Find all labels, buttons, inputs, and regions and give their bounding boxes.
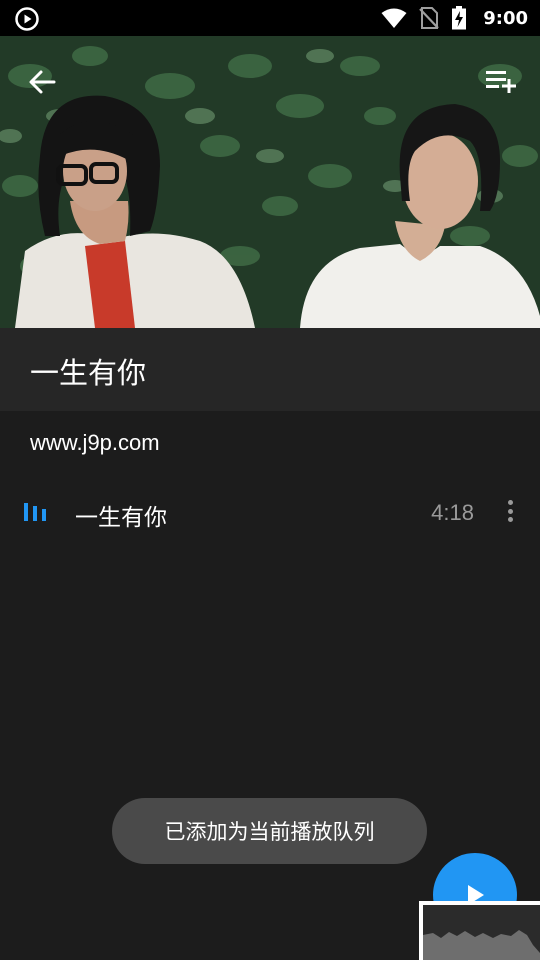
now-playing-icon (24, 503, 46, 521)
back-button[interactable] (22, 62, 62, 102)
mini-preview-thumbnail[interactable] (419, 901, 540, 960)
album-art (0, 36, 540, 328)
more-vert-icon (507, 508, 513, 514)
battery-charging-icon (452, 6, 467, 30)
track-duration: 4:18 (431, 500, 474, 525)
toast-message: 已添加为当前播放队列 (112, 798, 427, 864)
album-title-bar: 一生有你 (0, 328, 540, 411)
playlist-add-icon (486, 71, 516, 93)
album-subtitle: www.j9p.com (30, 430, 160, 455)
track-more-button[interactable] (502, 496, 518, 526)
more-vert-icon (507, 500, 513, 505)
wifi-icon (381, 8, 407, 28)
more-vert-icon (507, 517, 513, 522)
no-sim-icon (419, 7, 440, 29)
album-title: 一生有你 (30, 356, 147, 390)
status-icons: 9:00 (381, 0, 528, 36)
track-row[interactable]: 一生有你 4:18 (0, 482, 540, 544)
status-time: 9:00 (483, 7, 528, 29)
status-bar: 9:00 (0, 0, 540, 36)
album-cover (0, 36, 540, 328)
waveform-image (423, 930, 540, 960)
arrow-back-icon (29, 70, 56, 94)
mini-preview-image (423, 905, 540, 960)
play-circle-icon (15, 7, 39, 31)
add-to-playlist-button[interactable] (482, 62, 522, 102)
track-title: 一生有你 (75, 505, 167, 531)
